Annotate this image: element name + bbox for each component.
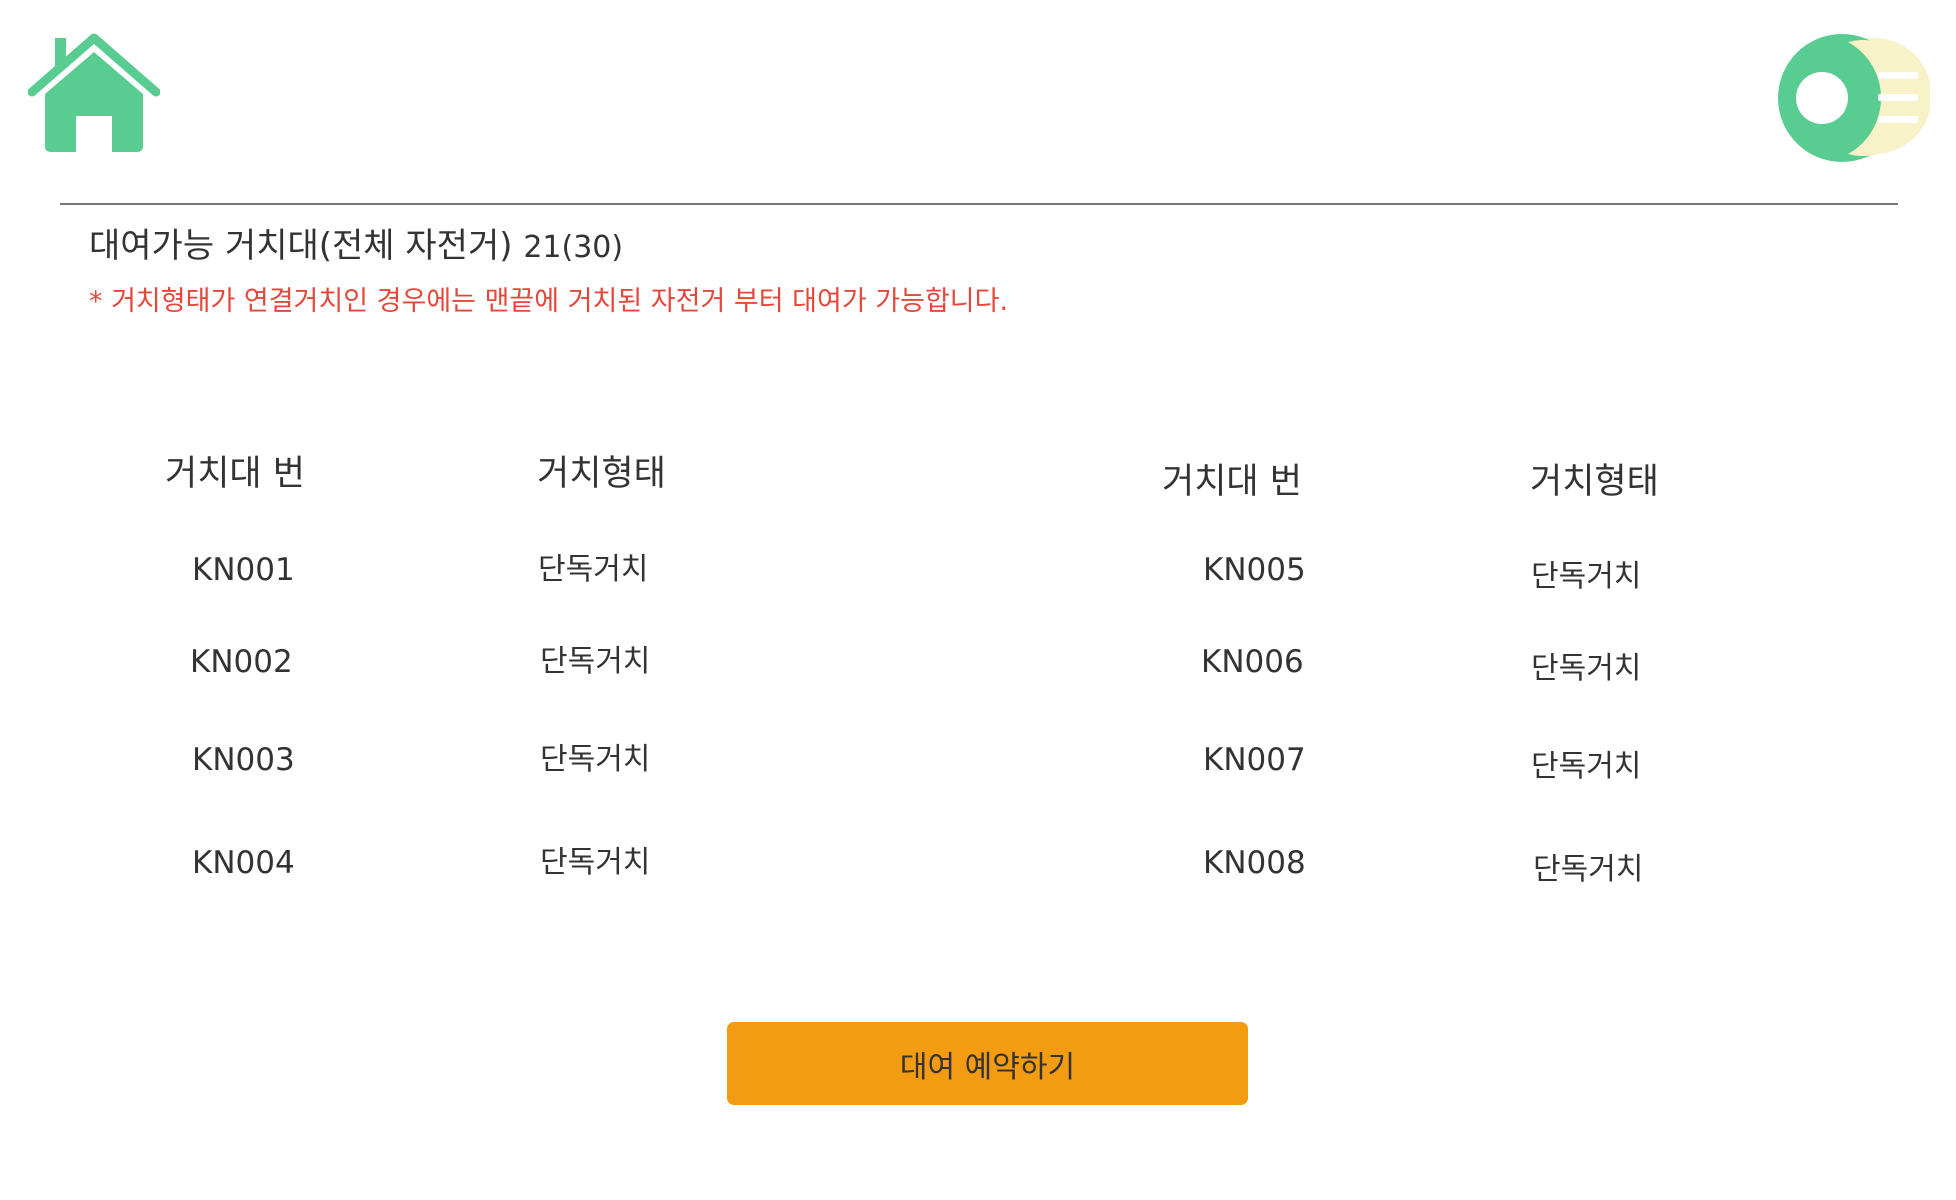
notice-text: * 거치형태가 연결거치인 경우에는 맨끝에 거치된 자전거 부터 대여가 가능… — [89, 286, 1009, 317]
mount-type: 단독거치 — [1531, 559, 1642, 594]
title-text: 대여가능 거치대(전체 자전거) — [89, 226, 513, 266]
available-count: 21(30) — [523, 230, 624, 265]
home-icon[interactable] — [27, 32, 161, 154]
available-stands-title: 대여가능 거치대(전체 자전거) 21(30) — [89, 222, 623, 272]
stand-id: KN006 — [1201, 644, 1304, 680]
header-stand-number: 거치대 번 — [165, 454, 305, 494]
stand-id: KN004 — [192, 845, 295, 881]
mount-type: 단독거치 — [1531, 651, 1642, 686]
mount-type: 단독거치 — [1531, 749, 1642, 784]
stand-id: KN008 — [1203, 845, 1306, 881]
mount-type: 단독거치 — [540, 742, 651, 777]
stand-id: KN005 — [1203, 552, 1306, 588]
header-mount-type: 거치형태 — [1530, 462, 1659, 502]
mount-type: 단독거치 — [1533, 852, 1644, 887]
header-divider — [60, 203, 1898, 205]
stand-id: KN003 — [192, 742, 295, 778]
stand-id: KN007 — [1203, 742, 1306, 778]
stand-id: KN002 — [190, 644, 293, 680]
stand-id: KN001 — [192, 552, 295, 588]
mount-type: 단독거치 — [538, 552, 649, 587]
mount-type: 단독거치 — [540, 845, 651, 880]
header-stand-number: 거치대 번 — [1162, 462, 1302, 502]
reserve-button[interactable]: 대여 예약하기 — [727, 1022, 1248, 1105]
menu-icon[interactable] — [1778, 34, 1932, 164]
header-mount-type: 거치형태 — [537, 454, 666, 494]
mount-type: 단독거치 — [540, 644, 651, 679]
reserve-button-label: 대여 예약하기 — [899, 1049, 1076, 1085]
